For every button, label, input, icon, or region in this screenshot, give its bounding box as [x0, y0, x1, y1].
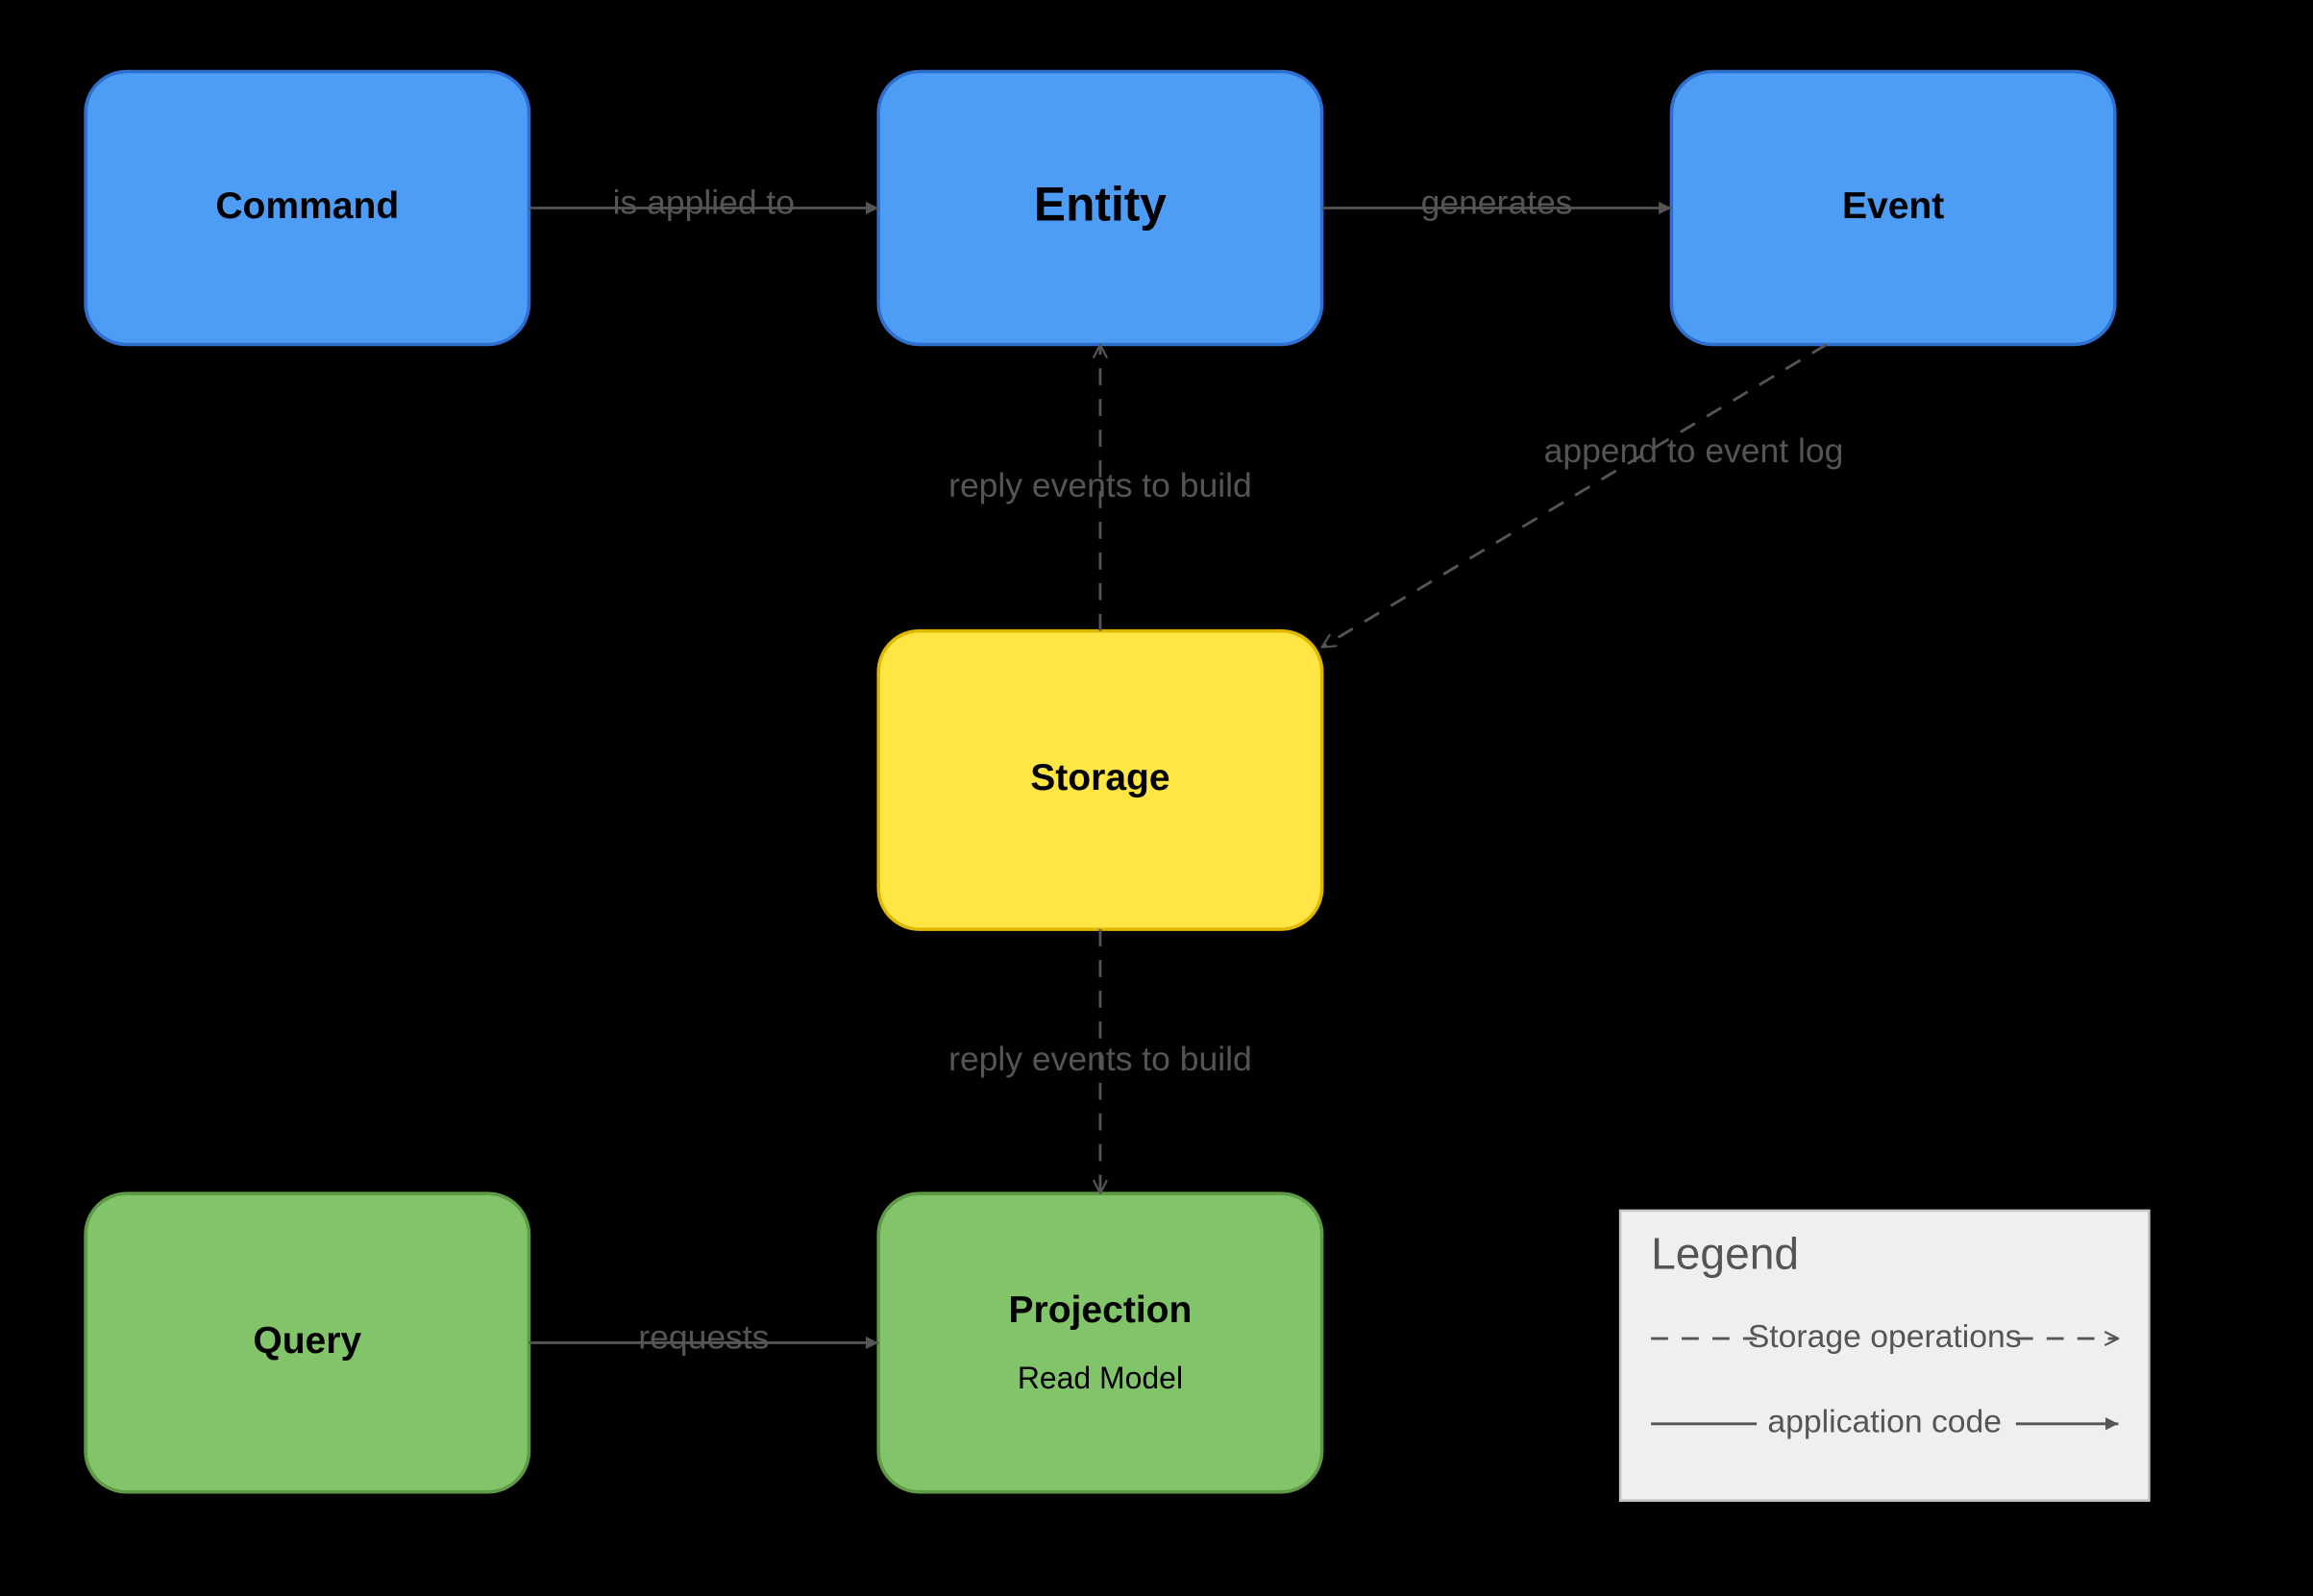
- node-event-label: Event: [1842, 185, 1944, 227]
- edge-entityToEvent-label: generates: [1421, 183, 1573, 221]
- edge-commandToEntity-label: is applied to: [613, 183, 795, 221]
- node-event: Event: [1671, 72, 2114, 345]
- legend-row-0-label: Storage operations: [1748, 1318, 2022, 1355]
- node-projection-sublabel: Read Model: [1018, 1361, 1183, 1395]
- edge-storageToEntity: reply events to build: [948, 344, 1252, 630]
- legend: Legend Storage operations application code: [1620, 1211, 2149, 1501]
- edge-storageToProjection-label: reply events to build: [948, 1040, 1252, 1078]
- edge-storageToProjection: reply events to build: [948, 929, 1252, 1193]
- legend-row-1-label: application code: [1767, 1404, 2002, 1440]
- edge-commandToEntity: is applied to: [529, 183, 878, 221]
- edge-queryToProjection: requests: [529, 1317, 878, 1356]
- edge-eventToStorage-label: append to event log: [1544, 431, 1844, 470]
- legend-title: Legend: [1651, 1228, 1799, 1278]
- edge-queryToProjection-label: requests: [638, 1317, 769, 1356]
- node-command-label: Command: [215, 185, 399, 227]
- node-projection-label: Projection: [1009, 1289, 1193, 1331]
- node-entity-label: Entity: [1034, 178, 1167, 232]
- node-entity: Entity: [878, 72, 1321, 345]
- node-command: Command: [86, 72, 529, 345]
- edge-eventToStorage: append to event log: [1322, 344, 1844, 647]
- node-storage-label: Storage: [1030, 757, 1169, 798]
- node-projection: Projection Read Model: [878, 1193, 1321, 1492]
- node-query-label: Query: [253, 1320, 361, 1362]
- edge-entityToEvent: generates: [1322, 183, 1672, 221]
- edge-storageToEntity-label: reply events to build: [948, 466, 1252, 504]
- node-query: Query: [86, 1193, 529, 1492]
- node-storage: Storage: [878, 631, 1321, 930]
